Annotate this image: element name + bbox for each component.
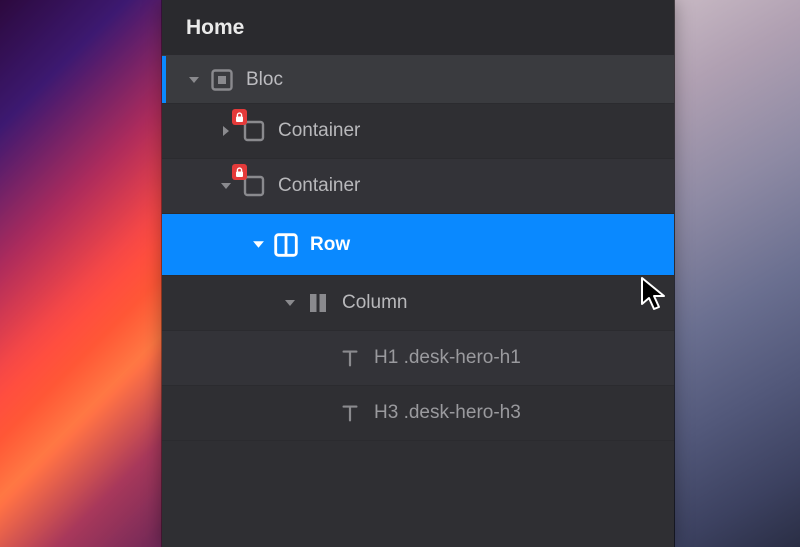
tree-row-label: H3 .desk-hero-h3 bbox=[374, 402, 521, 424]
caret-down-icon[interactable] bbox=[248, 235, 268, 255]
tree-row-row[interactable]: Row bbox=[162, 214, 674, 276]
layer-tree-panel: Home Bloc bbox=[162, 0, 674, 547]
lock-badge-icon bbox=[232, 164, 247, 180]
tree-row-label: Row bbox=[310, 234, 350, 256]
tree-row-column[interactable]: Column bbox=[162, 276, 674, 331]
tree-row-text-h1[interactable]: H1 .desk-hero-h1 bbox=[162, 331, 674, 386]
tree-row-container[interactable]: Container bbox=[162, 159, 674, 214]
tree-row-label: Bloc bbox=[246, 69, 283, 91]
panel-title: Home bbox=[186, 16, 244, 40]
caret-down-icon[interactable] bbox=[184, 70, 204, 90]
layer-tree: Bloc Container bbox=[162, 56, 674, 441]
tree-row-label: Container bbox=[278, 175, 360, 197]
bloc-icon bbox=[208, 66, 236, 94]
desktop-wallpaper-left bbox=[0, 0, 162, 547]
panel-header: Home bbox=[162, 0, 674, 56]
caret-spacer bbox=[312, 403, 332, 423]
tree-row-bloc[interactable]: Bloc bbox=[162, 56, 674, 104]
row-icon bbox=[272, 231, 300, 259]
container-icon bbox=[240, 117, 268, 145]
container-icon bbox=[240, 172, 268, 200]
caret-spacer bbox=[312, 348, 332, 368]
tree-row-label: Column bbox=[342, 292, 407, 314]
caret-down-icon[interactable] bbox=[280, 293, 300, 313]
tree-row-label: Container bbox=[278, 120, 360, 142]
column-icon bbox=[304, 289, 332, 317]
desktop-wallpaper-right bbox=[674, 0, 800, 547]
tree-row-text-h3[interactable]: H3 .desk-hero-h3 bbox=[162, 386, 674, 441]
text-icon bbox=[336, 399, 364, 427]
lock-badge-icon bbox=[232, 109, 247, 125]
tree-row-label: H1 .desk-hero-h1 bbox=[374, 347, 521, 369]
tree-row-container[interactable]: Container bbox=[162, 104, 674, 159]
text-icon bbox=[336, 344, 364, 372]
